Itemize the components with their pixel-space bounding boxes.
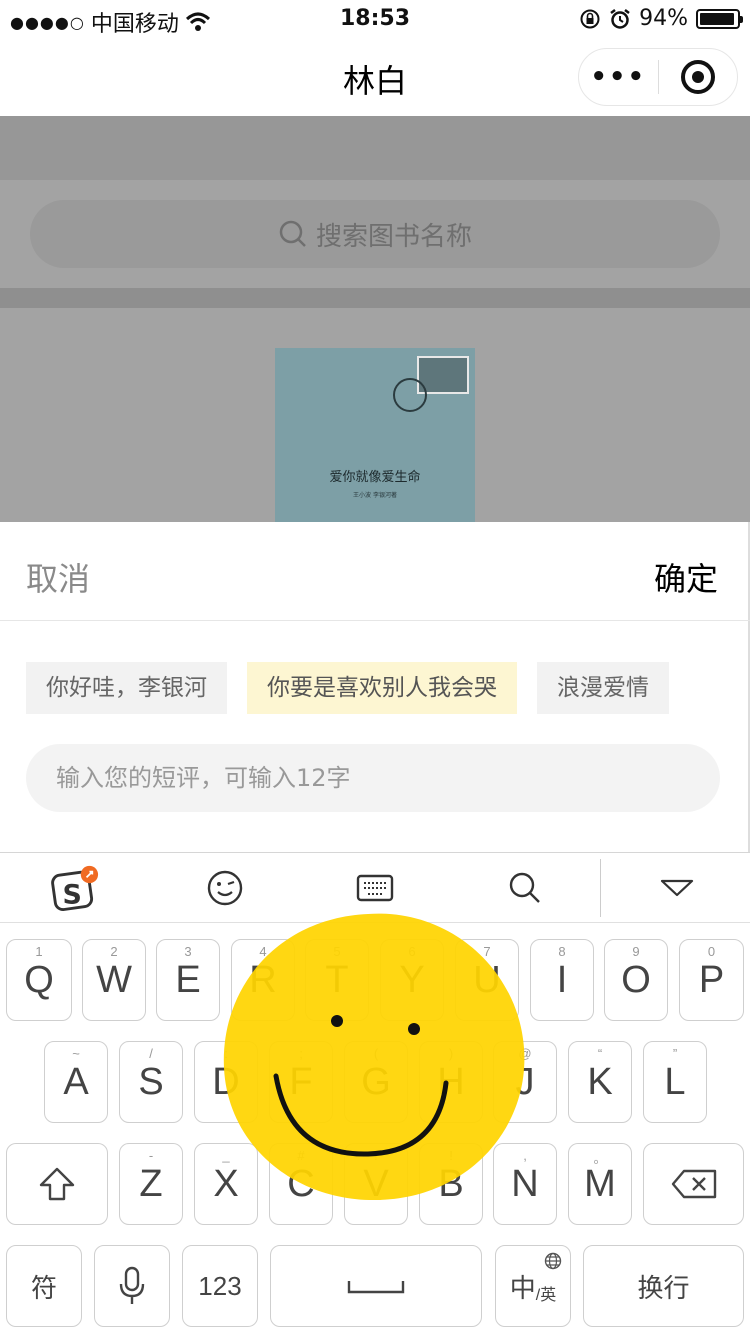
language-switch-key[interactable]: 中/英 bbox=[495, 1245, 571, 1327]
space-icon bbox=[347, 1281, 405, 1294]
search-placeholder: 搜索图书名称 bbox=[315, 221, 472, 252]
key-w[interactable]: 2W bbox=[82, 939, 146, 1021]
microphone-icon bbox=[119, 1266, 145, 1304]
lang-english-label: /英 bbox=[535, 1287, 557, 1304]
shift-key[interactable] bbox=[6, 1143, 108, 1225]
rotation-lock-icon bbox=[580, 9, 600, 28]
miniprogram-capsule: ••• bbox=[578, 48, 738, 106]
quick-tag-selected[interactable]: 你要是喜欢别人我会哭 bbox=[247, 662, 517, 714]
more-icon[interactable]: ••• bbox=[579, 62, 658, 92]
nav-bar: 林白 ••• bbox=[0, 40, 750, 116]
section-divider bbox=[0, 288, 750, 308]
key-p[interactable]: 0P bbox=[679, 939, 744, 1021]
hide-keyboard-button[interactable] bbox=[652, 865, 702, 911]
wink-emoji-icon bbox=[207, 870, 243, 906]
keyboard-switch-button[interactable] bbox=[350, 865, 400, 911]
review-input[interactable] bbox=[26, 744, 720, 812]
sheet-divider bbox=[0, 620, 750, 621]
confirm-button[interactable]: 确定 bbox=[654, 554, 718, 600]
book-subtitle: 王小波 李银河著 bbox=[353, 492, 397, 499]
chevron-down-icon bbox=[660, 879, 694, 897]
svg-text:S: S bbox=[63, 879, 82, 910]
key-i[interactable]: 8I bbox=[530, 939, 594, 1021]
key-z[interactable]: -Z bbox=[119, 1143, 183, 1225]
status-bar: ●●●●○ 中国移动 18:53 94% bbox=[0, 0, 750, 40]
sogou-logo-button[interactable]: S bbox=[50, 865, 100, 912]
key-s[interactable]: / S bbox=[119, 1041, 183, 1123]
shift-icon bbox=[39, 1167, 75, 1201]
key-m[interactable]: 。 M bbox=[568, 1143, 632, 1225]
symbols-key[interactable]: 符 bbox=[6, 1245, 82, 1327]
review-sheet: 取消 确定 你好哇，李银河 你要是喜欢别人我会哭 浪漫爱情 bbox=[0, 522, 750, 852]
quick-tag[interactable]: 浪漫爱情 bbox=[537, 662, 669, 714]
postmark-icon bbox=[393, 378, 427, 412]
alarm-icon bbox=[610, 8, 630, 29]
book-cover: 爱你就像爱生命 王小波 李银河著 bbox=[275, 348, 475, 522]
emoji-button[interactable] bbox=[200, 865, 250, 911]
quick-tag[interactable]: 你好哇，李银河 bbox=[26, 662, 227, 714]
close-miniprogram-button[interactable] bbox=[659, 60, 738, 94]
quick-tags: 你好哇，李银河 你要是喜欢别人我会哭 浪漫爱情 bbox=[26, 662, 669, 714]
battery-icon bbox=[696, 8, 743, 29]
toolbar-divider bbox=[600, 859, 601, 917]
key-o[interactable]: 9O bbox=[604, 939, 668, 1021]
voice-input-key[interactable] bbox=[94, 1245, 170, 1327]
keyboard-search-button[interactable] bbox=[500, 865, 550, 911]
battery-percent: 94% bbox=[639, 6, 688, 31]
cancel-button[interactable]: 取消 bbox=[26, 554, 90, 600]
keyboard-icon bbox=[356, 874, 394, 902]
backspace-key[interactable] bbox=[643, 1143, 744, 1225]
page-overlay[interactable]: 搜索图书名称 爱你就像爱生命 王小波 李银河著 bbox=[0, 116, 750, 522]
header-band bbox=[0, 116, 750, 180]
key-a[interactable]: ~ A bbox=[44, 1041, 108, 1123]
search-icon bbox=[509, 872, 540, 903]
key-l[interactable]: ” L bbox=[643, 1041, 707, 1123]
key-q[interactable]: 1Q bbox=[6, 939, 72, 1021]
smiley-sticker bbox=[223, 913, 525, 1201]
target-icon bbox=[680, 60, 715, 94]
search-icon bbox=[279, 220, 306, 247]
numbers-key[interactable]: 123 bbox=[182, 1245, 258, 1327]
return-key[interactable]: 换行 bbox=[583, 1245, 744, 1327]
backspace-icon bbox=[671, 1169, 716, 1199]
book-title: 爱你就像爱生命 bbox=[329, 470, 421, 485]
lang-chinese-label: 中 bbox=[509, 1272, 536, 1303]
space-key[interactable] bbox=[270, 1245, 482, 1327]
key-k[interactable]: “K bbox=[568, 1041, 632, 1123]
globe-icon bbox=[544, 1252, 562, 1270]
book-search-bar: 搜索图书名称 bbox=[30, 200, 720, 268]
sogou-icon: S bbox=[51, 865, 99, 912]
key-e[interactable]: 3E bbox=[156, 939, 220, 1021]
